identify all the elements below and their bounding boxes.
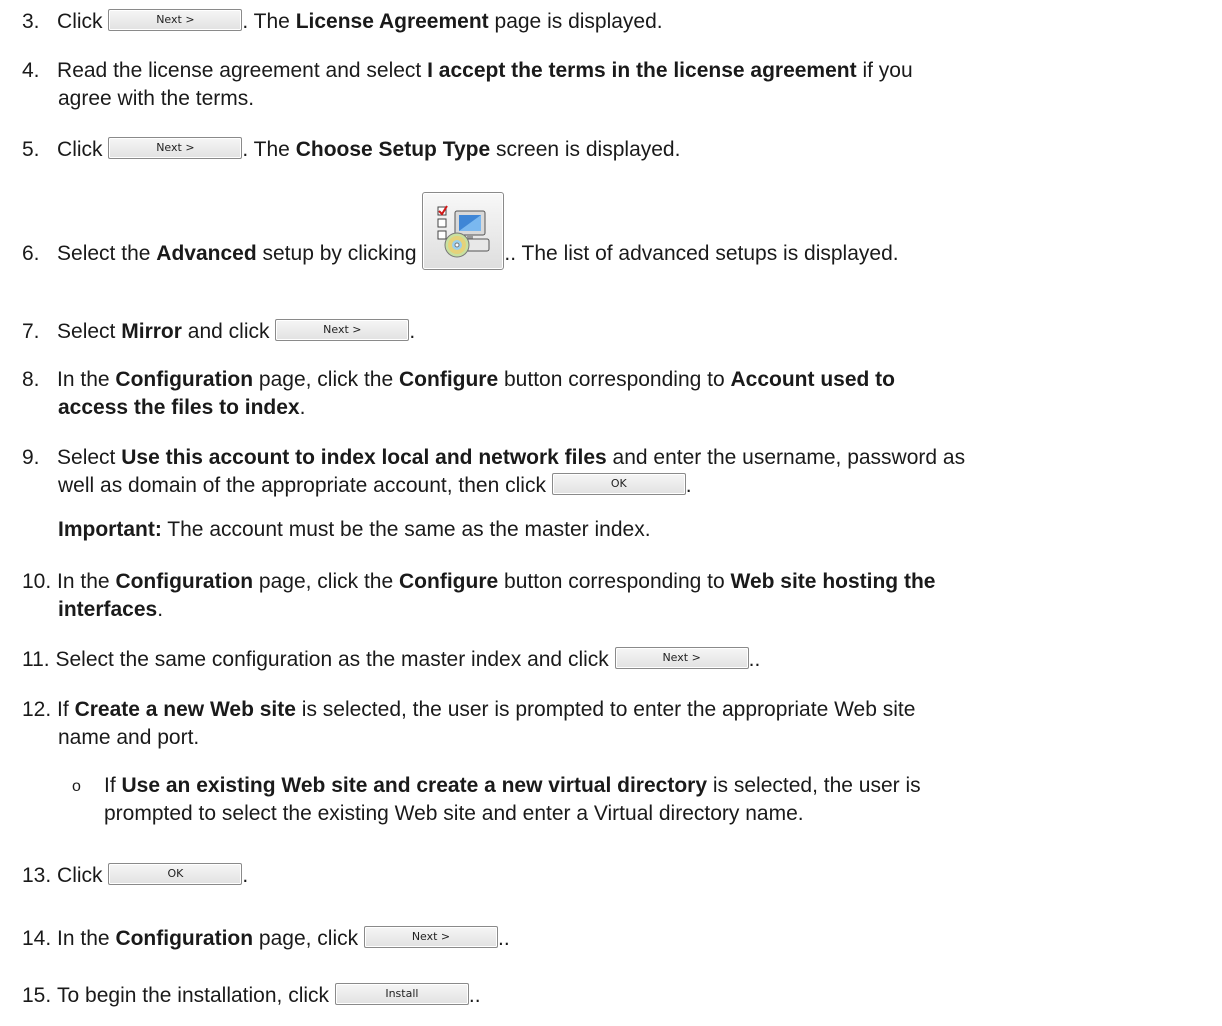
bullet-marker: o [72, 778, 81, 795]
step-12: 12. If Create a new Web site is selected… [22, 698, 916, 721]
step-9-line-2: well as domain of the appropriate accoun… [58, 473, 692, 497]
sub-step: If Use an existing Web site and create a… [104, 774, 921, 797]
step-9: 9. Select Use this account to index loca… [22, 446, 966, 469]
step-8: 8. In the Configuration page, click the … [22, 368, 896, 391]
step-7: 7. Select Mirror and click Next >. [22, 319, 416, 343]
install-button[interactable]: Install [334, 983, 469, 1006]
step-3: 3. Click Next >. The License Agreement p… [22, 9, 663, 33]
ok-button[interactable]: OK [108, 863, 243, 886]
advanced-setup-button[interactable] [422, 192, 505, 270]
step-6: 6. Select the Advanced setup by clicking… [22, 189, 899, 270]
step-8-line-2: access the files to index. [58, 396, 306, 419]
step-13: 13. Click OK. [22, 863, 249, 887]
next-button[interactable]: Next > [614, 647, 749, 670]
next-button[interactable]: Next > [108, 137, 243, 160]
important-note: Important: The account must be the same … [58, 518, 651, 541]
step-11: 11. Select the same configuration as the… [22, 647, 761, 671]
advanced-setup-icon [437, 205, 490, 258]
step-12-line-2: name and port. [58, 726, 200, 749]
step-15: 15. To begin the installation, click Ins… [22, 983, 481, 1007]
next-button[interactable]: Next > [275, 319, 410, 342]
step-5: 5. Click Next >. The Choose Setup Type s… [22, 137, 681, 161]
step-4: 4. Read the license agreement and select… [22, 59, 913, 82]
step-10-line-2: interfaces. [58, 598, 164, 621]
step-10: 10. In the Configuration page, click the… [22, 570, 936, 593]
next-button[interactable]: Next > [363, 926, 498, 949]
step-14: 14. In the Configuration page, click Nex… [22, 926, 510, 950]
step-4-line-2: agree with the terms. [58, 87, 255, 110]
ok-button[interactable]: OK [551, 473, 686, 496]
next-button[interactable]: Next > [108, 9, 243, 32]
sub-step-line-2: prompted to select the existing Web site… [104, 802, 804, 825]
